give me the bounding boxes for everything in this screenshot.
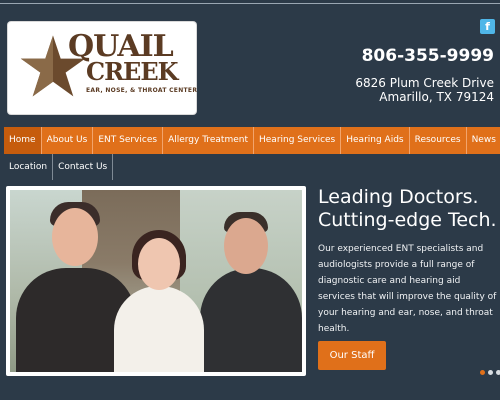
phone-number[interactable]: 806-355-9999 xyxy=(362,46,494,66)
nav-ent-services[interactable]: ENT Services xyxy=(93,127,164,154)
doctor-right-body xyxy=(200,268,302,372)
nav-home[interactable]: Home xyxy=(4,127,42,154)
nav-location[interactable]: Location xyxy=(4,154,54,180)
doctor-left-head xyxy=(52,208,98,266)
address-line-2: Amarillo, TX 79124 xyxy=(379,90,494,104)
our-staff-button[interactable]: Our Staff xyxy=(318,341,386,370)
nav-hearing-aids[interactable]: Hearing Aids xyxy=(341,127,410,154)
slider-dot-3[interactable] xyxy=(496,370,500,375)
hero-headline-line-2: Cutting-edge Tech. xyxy=(318,209,497,231)
site-logo[interactable]: QUAIL CREEK EAR, NOSE, & THROAT CENTER xyxy=(8,22,198,114)
doctor-right-head xyxy=(224,218,268,274)
hero-headline-line-1: Leading Doctors. xyxy=(318,186,479,208)
doctor-center-head xyxy=(138,238,180,290)
hero-description: Our experienced ENT specialists and audi… xyxy=(318,244,497,334)
logo-subtitle: EAR, NOSE, & THROAT CENTER xyxy=(86,87,198,94)
facebook-icon[interactable]: f xyxy=(480,19,495,34)
address-line-1: 6826 Plum Creek Drive xyxy=(355,76,494,90)
nav-resources[interactable]: Resources xyxy=(410,127,467,154)
logo-text-creek: CREEK xyxy=(86,57,178,86)
nav-contact-us[interactable]: Contact Us xyxy=(53,154,114,180)
main-nav: Home About Us ENT Services Allergy Treat… xyxy=(4,127,500,154)
doctors-photo xyxy=(10,190,302,372)
hero-photo-frame xyxy=(6,186,306,376)
top-divider xyxy=(0,3,500,4)
slider-dot-1[interactable] xyxy=(480,370,485,375)
doctor-center-body xyxy=(114,286,204,372)
nav-allergy-treatment[interactable]: Allergy Treatment xyxy=(163,127,254,154)
slider-dot-2[interactable] xyxy=(488,370,493,375)
nav-news[interactable]: News xyxy=(467,127,500,154)
slider-dots xyxy=(480,370,500,375)
nav-about-us[interactable]: About Us xyxy=(42,127,94,154)
secondary-nav: Location Contact Us xyxy=(4,154,114,180)
nav-hearing-services[interactable]: Hearing Services xyxy=(254,127,342,154)
